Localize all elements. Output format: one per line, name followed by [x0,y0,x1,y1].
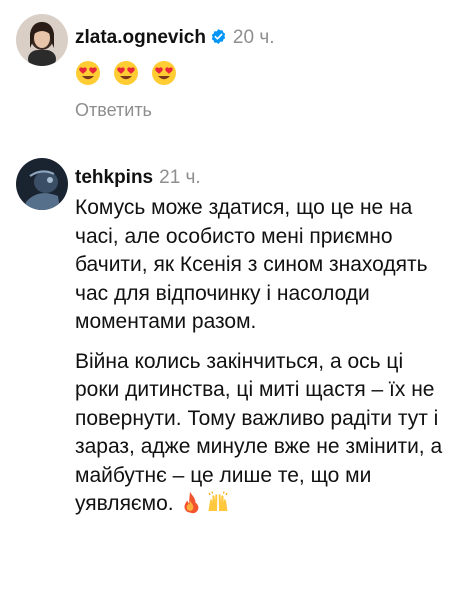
username[interactable]: tehkpins [75,167,153,188]
comment-emojis [75,58,183,86]
avatar[interactable] [16,14,68,66]
comment-paragraph-last: Війна колись закінчиться, а ось ці роки … [75,348,445,519]
comment-body: Комусь може здатися, що це не на часі, а… [75,194,445,519]
timestamp: 21 ч. [159,167,201,188]
comment-paragraph-text: Війна колись закінчиться, а ось ці роки … [75,349,443,516]
comment-paragraph: Комусь може здатися, що це не на часі, а… [75,196,428,333]
comment-zlata: zlata.ognevich 20 ч. Ответить [0,0,451,140]
comment-header: zlata.ognevich 20 ч. [75,26,275,52]
timestamp: 20 ч. [232,27,275,48]
username[interactable]: zlata.ognevich [75,27,206,48]
fire-emoji [184,491,198,514]
comment-tehkpins: tehkpins 21 ч. Комусь може здатися, що це… [0,150,451,600]
comment-header: tehkpins 21 ч. [75,166,201,190]
heart-eyes-emoji [76,61,100,86]
heart-eyes-emoji [114,61,139,86]
reply-button[interactable]: Ответить [75,98,152,122]
verified-badge-icon [210,28,227,52]
heart-eyes-emoji [152,61,177,86]
avatar[interactable] [16,158,68,210]
raising-hands-emoji [208,491,228,511]
